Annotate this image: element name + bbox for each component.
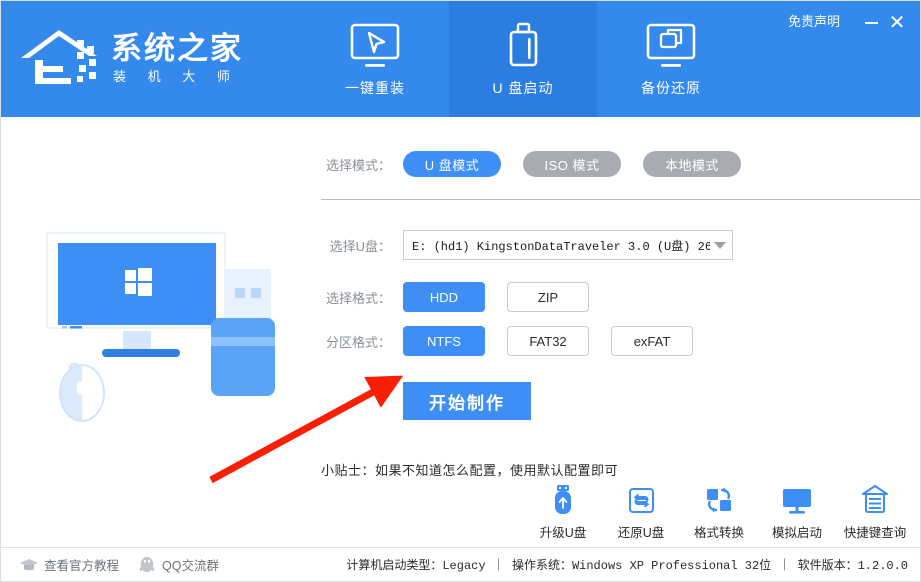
tab-backup-restore[interactable]: 备份还原 [597, 1, 745, 117]
status-link-label: QQ交流群 [162, 559, 219, 573]
partition-option-exfat[interactable]: exFAT [611, 326, 693, 356]
tool-label: 模拟启动 [771, 526, 822, 540]
usb-restore-icon [626, 482, 656, 516]
chevron-down-icon [714, 241, 726, 249]
tool-restore-usb[interactable]: 还原U盘 [602, 482, 680, 541]
section-divider [321, 199, 920, 200]
app-window: 系统之家 装 机 大 师 一键重装 U 盘启动 备份还原 免责声明 ✕ 选择模式… [0, 0, 921, 582]
make-row: 开始制作 [321, 382, 911, 420]
usb-select-value: E: (hd1) KingstonDataTraveler 3.0 (U盘) 2… [412, 239, 710, 254]
usb-upgrade-icon [550, 482, 576, 516]
monitor-cursor-icon [345, 20, 405, 72]
tab-usb-boot[interactable]: U 盘启动 [449, 1, 597, 117]
partition-label: 分区格式： [325, 334, 391, 350]
tab-label: 一键重装 [345, 80, 405, 96]
qq-penguin-icon [137, 555, 157, 575]
usb-drive-icon [493, 20, 553, 72]
tab-label: U 盘启动 [492, 80, 554, 96]
monitor-windows-icon [641, 20, 701, 72]
tool-hotkey-lookup[interactable]: 快捷键查询 [836, 482, 914, 541]
tab-label: 备份还原 [641, 80, 701, 96]
brand-text: 系统之家 装 机 大 师 [111, 31, 243, 87]
tool-label: 格式转换 [693, 526, 744, 540]
tool-format-convert[interactable]: 格式转换 [680, 482, 758, 541]
format-convert-icon [703, 482, 735, 516]
usb-boot-panel: 选择模式： U 盘模式 ISO 模式 本地模式 选择U盘： E: (hd1) K… [321, 117, 920, 479]
status-system-info: 计算机启动类型：Legacy ｜ 操作系统：Windows XP Profess… [346, 559, 908, 573]
mode-row: 选择模式： U 盘模式 ISO 模式 本地模式 [321, 151, 911, 177]
mode-option-usb[interactable]: U 盘模式 [403, 151, 501, 177]
tool-upgrade-usb[interactable]: 升级U盘 [524, 482, 602, 541]
format-option-zip[interactable]: ZIP [507, 282, 589, 312]
tab-one-key-reinstall[interactable]: 一键重装 [301, 1, 449, 117]
tool-label: 还原U盘 [617, 526, 665, 540]
window-controls: 免责声明 ✕ [745, 1, 920, 117]
partition-option-ntfs[interactable]: NTFS [403, 326, 485, 356]
mode-option-local[interactable]: 本地模式 [643, 151, 741, 177]
brand-logo: 系统之家 装 机 大 师 [1, 1, 301, 117]
status-bar: 查看官方教程 QQ交流群 计算机启动类型：Legacy ｜ 操作系统：Windo… [1, 547, 920, 581]
brand-title: 系统之家 [111, 31, 243, 66]
mode-option-iso[interactable]: ISO 模式 [523, 151, 621, 177]
simulate-boot-icon [780, 482, 814, 516]
tip-text: 小贴士：如果不知道怎么配置，使用默认配置即可 [321, 463, 619, 478]
tool-simulate-boot[interactable]: 模拟启动 [758, 482, 836, 541]
bottom-toolbar: 升级U盘 还原U盘 格式转换 模拟启动 快捷键查询 [524, 482, 914, 541]
partition-row: 分区格式： NTFS FAT32 exFAT [321, 326, 911, 356]
status-link-label: 查看官方教程 [44, 559, 120, 573]
usb-select-dropdown[interactable]: E: (hd1) KingstonDataTraveler 3.0 (U盘) 2… [403, 230, 733, 260]
format-row: 选择格式： HDD ZIP [321, 282, 911, 312]
main-tabs: 一键重装 U 盘启动 备份还原 [301, 1, 745, 117]
close-icon[interactable]: ✕ [884, 13, 910, 33]
usb-select-row: 选择U盘： E: (hd1) KingstonDataTraveler 3.0 … [321, 230, 911, 260]
tool-label: 升级U盘 [539, 526, 587, 540]
status-link-tutorial[interactable]: 查看官方教程 [19, 555, 119, 575]
minimize-icon[interactable] [858, 13, 884, 33]
hotkey-lookup-icon [860, 482, 890, 516]
format-option-hdd[interactable]: HDD [403, 282, 485, 312]
house-pixel-logo-icon [19, 26, 105, 92]
partition-option-fat32[interactable]: FAT32 [507, 326, 589, 356]
brand-subtitle: 装 机 大 师 [113, 69, 239, 84]
status-link-qq-group[interactable]: QQ交流群 [137, 555, 219, 575]
mode-label: 选择模式： [325, 157, 391, 173]
graduation-cap-icon [19, 555, 39, 575]
format-label: 选择格式： [325, 290, 391, 306]
tool-label: 快捷键查询 [843, 526, 907, 540]
pc-usb-mouse-illustration [25, 213, 305, 443]
app-header: 系统之家 装 机 大 师 一键重装 U 盘启动 备份还原 免责声明 ✕ [1, 1, 920, 117]
start-make-button[interactable]: 开始制作 [403, 382, 531, 420]
disclaimer-link[interactable]: 免责声明 [788, 13, 840, 31]
usb-select-label: 选择U盘： [329, 238, 391, 254]
